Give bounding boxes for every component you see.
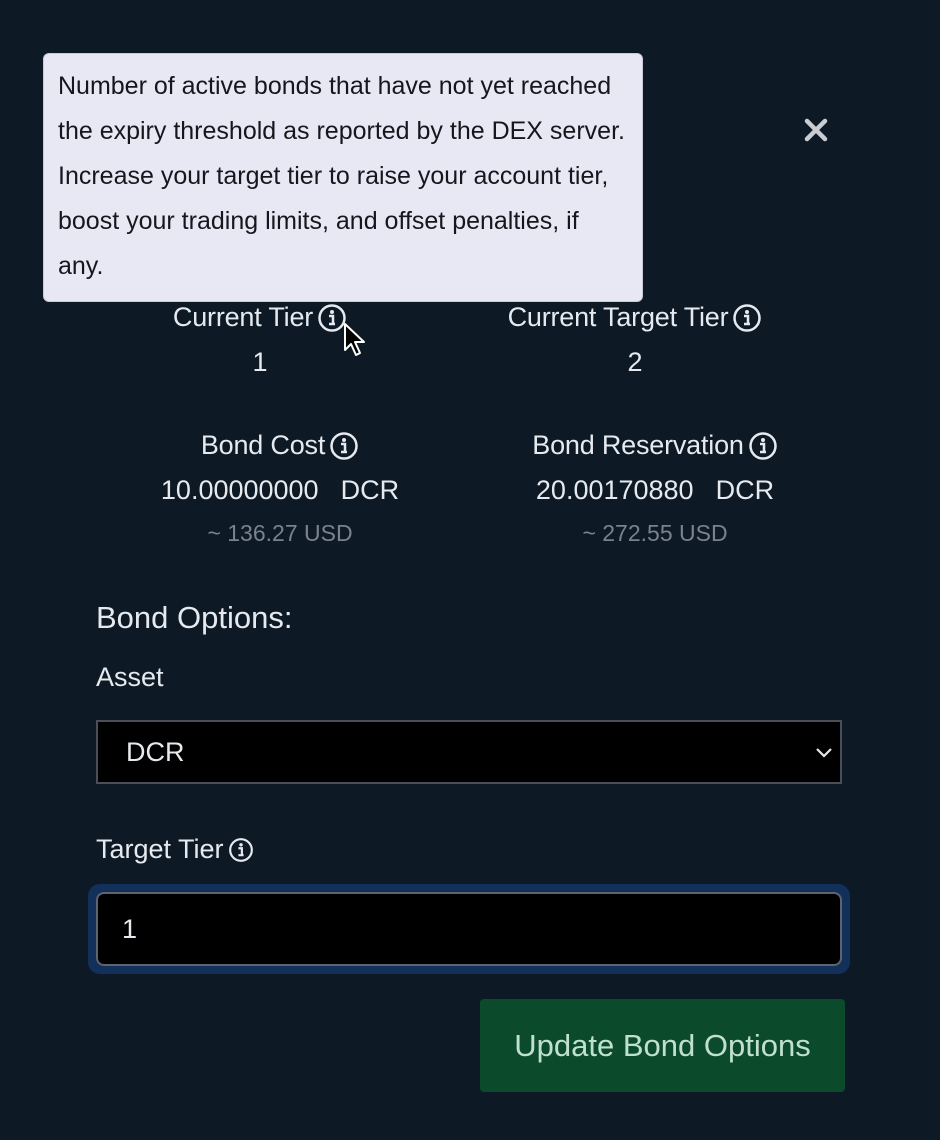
- info-icon[interactable]: [317, 303, 347, 333]
- bond-reservation-stat: Bond Reservation 20.00170880 DCR ~ 272.55…: [465, 430, 845, 547]
- target-tier-input-focus-ring: [88, 884, 850, 974]
- info-icon[interactable]: [732, 303, 762, 333]
- bond-reservation-label: Bond Reservation: [532, 430, 744, 460]
- close-icon: [804, 118, 828, 142]
- update-bond-options-button[interactable]: Update Bond Options: [480, 999, 845, 1092]
- bond-reservation-unit: DCR: [715, 475, 775, 505]
- bond-options-title: Bond Options:: [96, 600, 293, 635]
- asset-label: Asset: [96, 662, 164, 693]
- bond-cost-label: Bond Cost: [200, 430, 326, 460]
- target-tier-label: Target Tier: [96, 834, 254, 865]
- bond-cost-label-row: Bond Cost: [201, 430, 359, 461]
- current-target-tier-stat: Current Target Tier 2: [445, 302, 825, 378]
- target-tier-label-text: Target Tier: [96, 834, 224, 864]
- chevron-down-icon: [816, 748, 832, 758]
- bond-reservation-fiat: ~ 272.55 USD: [582, 520, 728, 546]
- info-tooltip: Number of active bonds that have not yet…: [43, 53, 643, 302]
- current-tier-value: 1: [252, 347, 268, 377]
- bond-cost-value: 10.00000000 DCR: [90, 475, 470, 506]
- bond-reservation-label-row: Bond Reservation: [532, 430, 777, 461]
- tooltip-text: Number of active bonds that have not yet…: [58, 72, 625, 280]
- current-target-tier-label: Current Target Tier: [507, 302, 729, 332]
- bond-cost-amount: 10.00000000: [160, 475, 319, 505]
- bond-reservation-amount: 20.00170880: [535, 475, 694, 505]
- bond-cost-fiat: ~ 136.27 USD: [207, 520, 353, 546]
- info-icon[interactable]: [228, 837, 254, 863]
- bond-reservation-value: 20.00170880 DCR: [465, 475, 845, 506]
- close-button[interactable]: [798, 112, 834, 148]
- bond-cost-unit: DCR: [340, 475, 400, 505]
- asset-select[interactable]: DCR: [96, 720, 842, 784]
- asset-label-text: Asset: [96, 662, 164, 692]
- current-target-tier-label-row: Current Target Tier: [508, 302, 763, 333]
- bond-cost-stat: Bond Cost 10.00000000 DCR ~ 136.27 USD: [90, 430, 470, 547]
- current-tier-label-row: Current Tier: [173, 302, 347, 333]
- target-tier-input[interactable]: [96, 892, 842, 966]
- current-tier-stat: Current Tier 1: [70, 302, 450, 378]
- info-icon[interactable]: [329, 431, 359, 461]
- current-tier-label: Current Tier: [172, 302, 314, 332]
- info-icon[interactable]: [748, 431, 778, 461]
- current-target-tier-value: 2: [627, 347, 643, 377]
- asset-selected-value: DCR: [126, 736, 185, 767]
